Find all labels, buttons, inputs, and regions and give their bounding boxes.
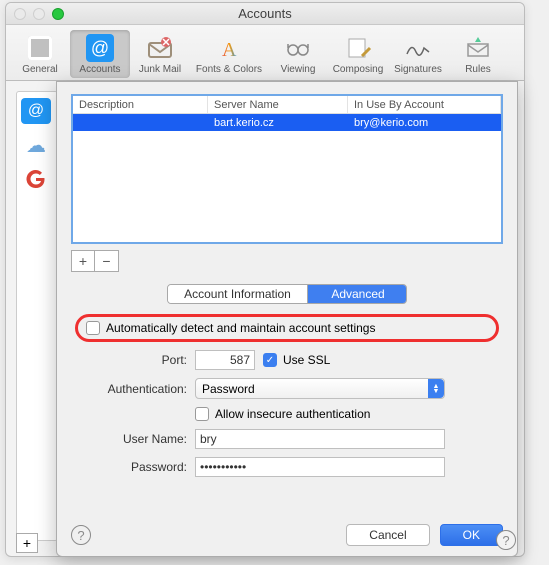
servers-table[interactable]: Description Server Name In Use By Accoun…	[71, 94, 503, 244]
col-description[interactable]: Description	[73, 96, 208, 113]
toolbar-label: General	[22, 64, 58, 75]
general-icon	[26, 34, 54, 62]
sheet-footer: ? Cancel OK	[71, 514, 503, 546]
svg-text:A: A	[222, 39, 237, 61]
auth-value: Password	[202, 382, 255, 396]
account-item[interactable]	[21, 166, 51, 192]
at-icon: @	[86, 34, 114, 62]
toolbar-composing[interactable]: Composing	[328, 30, 388, 78]
col-in-use-by[interactable]: In Use By Account	[348, 96, 501, 113]
toolbar-junk-mail[interactable]: Junk Mail	[130, 30, 190, 78]
tab-account-information[interactable]: Account Information	[168, 285, 308, 303]
table-header: Description Server Name In Use By Accoun…	[73, 96, 501, 114]
col-server-name[interactable]: Server Name	[208, 96, 348, 113]
remove-server-button[interactable]: −	[95, 250, 119, 272]
compose-icon	[344, 34, 372, 62]
cancel-button[interactable]: Cancel	[346, 524, 429, 546]
port-field[interactable]	[195, 350, 255, 370]
titlebar: Accounts	[6, 3, 524, 25]
password-field[interactable]	[195, 457, 445, 477]
toolbar-label: Fonts & Colors	[196, 64, 262, 75]
ok-button[interactable]: OK	[440, 524, 503, 546]
tab-advanced[interactable]: Advanced	[308, 285, 407, 303]
accounts-sidebar: @ ☁	[16, 91, 58, 541]
auto-detect-checkbox[interactable]	[86, 321, 100, 335]
fonts-icon: A	[215, 34, 243, 62]
account-item[interactable]: @	[21, 98, 51, 124]
toolbar-general[interactable]: General	[10, 30, 70, 78]
window-help-button[interactable]: ?	[496, 530, 516, 550]
signature-icon	[404, 34, 432, 62]
use-ssl-checkbox[interactable]: ✓	[263, 353, 277, 367]
toolbar-label: Composing	[333, 64, 384, 75]
add-server-button[interactable]: +	[71, 250, 95, 272]
help-button[interactable]: ?	[71, 525, 91, 545]
toolbar-label: Rules	[465, 64, 491, 75]
allow-insecure-label: Allow insecure authentication	[215, 407, 370, 421]
chevron-updown-icon: ▲▼	[428, 379, 444, 398]
toolbar-label: Junk Mail	[139, 64, 181, 75]
rules-icon	[464, 34, 492, 62]
body-area: @ ☁ + Description Server Name In Use By …	[6, 81, 524, 556]
toolbar-label: Signatures	[394, 64, 442, 75]
smtp-sheet: Description Server Name In Use By Accoun…	[56, 81, 518, 557]
toolbar-viewing[interactable]: Viewing	[268, 30, 328, 78]
auto-detect-label: Automatically detect and maintain accoun…	[106, 321, 375, 335]
prefs-toolbar: General @ Accounts Junk Mail A Fonts & C…	[6, 25, 524, 81]
cell-account: bry@kerio.com	[348, 117, 501, 129]
cell-server: bart.kerio.cz	[208, 117, 348, 129]
auth-select[interactable]: Password ▲▼	[195, 378, 445, 399]
toolbar-signatures[interactable]: Signatures	[388, 30, 448, 78]
add-remove-row: + −	[71, 250, 503, 272]
password-label: Password:	[79, 460, 195, 474]
preferences-window: Accounts General @ Accounts Junk Mail A …	[5, 2, 525, 557]
toolbar-accounts[interactable]: @ Accounts	[70, 30, 130, 78]
username-label: User Name:	[79, 432, 195, 446]
glasses-icon	[284, 34, 312, 62]
port-label: Port:	[79, 353, 195, 367]
window-title: Accounts	[6, 6, 524, 21]
toolbar-rules[interactable]: Rules	[448, 30, 508, 78]
toolbar-label: Accounts	[79, 64, 120, 75]
advanced-form: Port: ✓ Use SSL Authentication: Password…	[71, 350, 503, 485]
table-row[interactable]: bart.kerio.cz bry@kerio.com	[73, 114, 501, 131]
use-ssl-label: Use SSL	[283, 353, 330, 367]
toolbar-fonts-colors[interactable]: A Fonts & Colors	[190, 30, 268, 78]
toolbar-label: Viewing	[281, 64, 316, 75]
junk-icon	[146, 34, 174, 62]
tab-segmented: Account Information Advanced	[167, 284, 407, 304]
allow-insecure-checkbox[interactable]	[195, 407, 209, 421]
add-account-button[interactable]: +	[16, 533, 38, 553]
auto-detect-highlight: Automatically detect and maintain accoun…	[75, 314, 499, 342]
username-field[interactable]	[195, 429, 445, 449]
account-item[interactable]: ☁	[21, 132, 51, 158]
auth-label: Authentication:	[79, 382, 195, 396]
